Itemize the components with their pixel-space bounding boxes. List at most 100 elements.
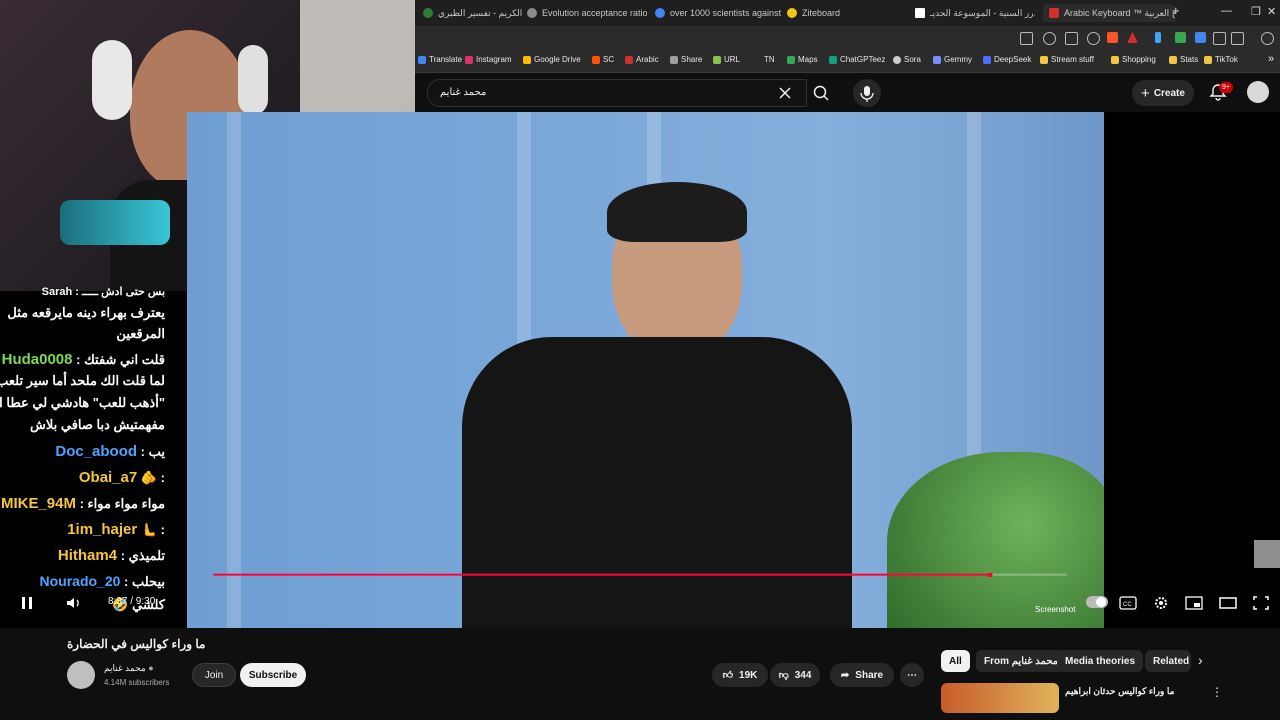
settings-gear-icon[interactable] [1152,595,1170,611]
chat-line: لما قلت الك ملحد أما سير تلعب تعلي [0,373,165,388]
pause-icon[interactable] [18,595,36,611]
minimize-button[interactable]: — [1221,5,1232,17]
new-tab-button[interactable]: + [1172,3,1180,18]
subscribe-button[interactable]: Subscribe [240,663,306,687]
bookmark-folder[interactable]: TikTok [1204,55,1238,64]
verified-icon: ● [148,663,154,673]
browser-tab-active[interactable]: Arabic Keyboard ™ لوحة المفاتيح العربية [1043,4,1175,22]
channel-avatar[interactable] [67,661,95,689]
soundcloud-icon [592,55,600,64]
clear-search-icon[interactable] [778,86,792,100]
chip-all[interactable]: All [941,650,970,672]
bookmark-item[interactable]: Google Drive [523,55,581,64]
extensions-puzzle-icon[interactable] [1213,32,1226,45]
stream-chat-overlay: بس حتى ادش ـــــ : Sarah يعترف بهراء دين… [0,286,187,628]
tab-favicon-icon [423,8,433,18]
recommended-menu-icon[interactable]: ⋮ [1211,685,1223,699]
autoplay-toggle[interactable] [1086,596,1108,608]
share-button[interactable]: ➦ Share [830,663,894,687]
tab-favicon-icon [787,8,797,18]
chips-next-chevron-icon[interactable]: › [1198,652,1203,668]
browser-tab[interactable]: القرآن الكريم - تفسير الطبري [423,4,523,22]
join-button[interactable]: Join [192,663,236,687]
folder-icon [1111,55,1119,64]
browser-tab-bar: القرآن الكريم - تفسير الطبري Evolution a… [415,0,1280,26]
headphone-right [238,45,268,115]
maximize-button[interactable]: ❐ [1251,5,1261,18]
end-screen-thumbnail[interactable] [1254,540,1280,568]
account-avatar[interactable] [1247,81,1269,103]
like-button[interactable]: 👍︎ 19K [712,663,768,687]
bookmarks-overflow-button[interactable]: » [1268,53,1274,65]
plus-icon: + [1141,84,1150,102]
subtitles-icon[interactable]: CC [1119,595,1137,611]
browser-tab[interactable]: Ziteboard [787,4,897,22]
microphone-icon[interactable] [853,79,881,107]
bookmark-folder[interactable]: Shopping [1111,55,1156,64]
chat-line: يب : Doc_abood [55,443,165,460]
share-icon[interactable] [1065,32,1078,45]
bookmark-item[interactable]: Gemmy [933,55,972,64]
bookmark-item[interactable]: Arabic [625,55,659,64]
extension-icon[interactable] [1195,32,1206,43]
progress-scrubber[interactable] [987,573,993,577]
bookmark-folder[interactable]: Stats [1169,55,1198,64]
rewards-icon[interactable] [1127,32,1138,43]
tab-favicon-icon [915,8,925,18]
tab-favicon-icon [527,8,537,18]
video-frame[interactable] [187,112,1104,628]
fullscreen-icon[interactable] [1252,595,1270,611]
more-actions-button[interactable]: ⋯ [900,663,924,687]
brave-shield-icon[interactable] [1107,32,1118,43]
close-window-button[interactable]: ✕ [1267,5,1276,18]
bookmark-folder[interactable]: Stream stuff [1040,55,1094,64]
browser-tab[interactable]: Evolution acceptance ratio [527,4,647,22]
media-icon[interactable] [1261,32,1274,45]
extension-icon[interactable] [1155,32,1161,43]
bookmarks-bar: Translate Instagram Google Drive SC Arab… [415,50,1280,73]
chat-line: "أذهب للعب" هادشي لي عطا الله اذا [0,395,165,410]
url-icon [713,55,721,64]
recommended-video-item[interactable]: ما وراء كواليس حدثان ابراهيم ⋮ [941,683,1271,713]
search-icon[interactable] [806,79,836,107]
sidebar-icon[interactable] [1231,32,1244,45]
bookmark-star-icon[interactable] [1087,32,1100,45]
bookmark-item[interactable]: Maps [787,55,818,64]
share-icon [670,55,678,64]
chip-related[interactable]: Related [1145,650,1191,672]
video-progress-bar[interactable] [0,573,1280,577]
theater-mode-icon[interactable] [1219,595,1237,611]
zoom-icon[interactable] [1043,32,1056,45]
channel-name[interactable]: محمد غنايم ● [104,663,154,674]
gemini-icon [933,55,941,64]
bookmark-item[interactable]: ChatGPTeez [829,55,885,64]
search-box [427,79,807,107]
time-display: 8:37 / 9:30 [108,596,156,607]
bookmark-item[interactable]: Sora [893,55,921,64]
bookmark-item[interactable]: URL [713,55,740,64]
create-button[interactable]: + Create [1132,80,1194,106]
bookmark-item[interactable]: TN [764,55,775,64]
bookmark-item[interactable]: Translate [418,55,462,64]
search-input[interactable] [438,86,762,99]
instagram-icon [465,55,473,64]
miniplayer-icon[interactable] [1185,595,1203,611]
chip-media-theories[interactable]: Media theories [1057,650,1144,672]
presenter-shirt [462,337,852,628]
browser-tab[interactable]: الدرر السنية - الموسوعة الحديـ [915,4,1035,22]
video-side-padding [1104,112,1280,628]
bookmark-item[interactable]: DeepSeek [983,55,1031,64]
recommended-title: ما وراء كواليس حدثان ابراهيم [1065,686,1175,696]
dislike-button[interactable]: 👎︎ 344 [770,663,820,687]
extension-icon[interactable] [1175,32,1186,43]
cast-icon[interactable] [1020,32,1033,45]
drive-icon [523,55,531,64]
volume-icon[interactable] [65,595,83,611]
bookmark-item[interactable]: Instagram [465,55,512,64]
chip-from-channel[interactable]: From محمد غنايم [976,650,1067,672]
browser-tab[interactable]: over 1000 scientists against [655,4,783,22]
chat-line: مفهمتيش دبا صافي بلاش [30,417,165,432]
bookmark-item[interactable]: SC [592,55,614,64]
bookmark-item[interactable]: Share [670,55,702,64]
deepseek-icon [983,55,991,64]
